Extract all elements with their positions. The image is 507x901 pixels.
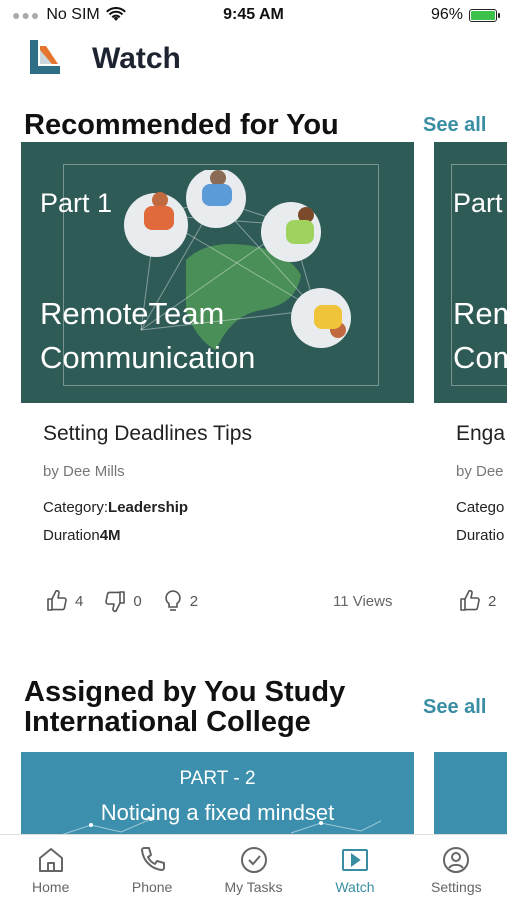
video-title[interactable]: Setting Deadlines Tips — [43, 422, 252, 446]
video-author-next: by Dee — [456, 463, 504, 480]
tab-my-tasks[interactable]: My Tasks — [203, 835, 304, 901]
battery-group: 96% — [430, 6, 500, 24]
video-thumbnail-next[interactable]: Part Rem Com — [434, 142, 507, 403]
thumbs-up-icon — [47, 589, 67, 611]
thumb-title-next-line1: Rem — [453, 296, 507, 331]
dislikes-count: 0 — [133, 592, 142, 610]
assigned-video-thumbnail[interactable]: PART - 2 Noticing a fixed mindset — [21, 752, 414, 834]
video-stats: 4 0 2 — [45, 589, 218, 613]
tab-label-settings: Settings — [431, 879, 482, 895]
ideas-count: 2 — [189, 592, 199, 610]
thumb-part-label-next: Part — [453, 188, 503, 218]
see-all-assigned-link[interactable]: See all — [423, 696, 486, 719]
like-button-next[interactable]: 2 — [458, 589, 496, 613]
app-logo-icon — [30, 40, 60, 74]
likes-count: 4 — [75, 592, 84, 610]
thumbs-up-icon — [460, 589, 480, 611]
tab-label-home: Home — [32, 879, 70, 895]
category-label: Category: — [43, 499, 109, 516]
tab-home[interactable]: Home — [0, 835, 101, 901]
phone-icon — [141, 847, 166, 871]
video-stats-next: 2 — [458, 589, 507, 613]
video-duration-next: Duratio — [456, 527, 505, 544]
video-title-next[interactable]: Enga — [456, 422, 505, 446]
lightbulb-icon — [164, 590, 181, 611]
section-title-assigned-line2: International College — [24, 706, 311, 738]
see-all-recommended-link[interactable]: See all — [423, 114, 486, 137]
thumb-title-next-line2: Com — [453, 340, 507, 375]
tab-label-my-tasks: My Tasks — [224, 879, 283, 895]
video-category-next: Catego — [456, 499, 505, 516]
section-title-recommended: Recommended for You — [24, 109, 339, 141]
battery-icon — [469, 8, 500, 22]
thumb-part-label: Part 1 — [40, 188, 113, 218]
video-thumbnail[interactable]: Part 1 RemoteTeam Communication — [21, 142, 414, 403]
assigned-thumb-part: PART - 2 — [179, 768, 256, 789]
tab-label-phone: Phone — [131, 879, 173, 895]
video-duration: Duration4M — [43, 527, 121, 544]
dislike-button[interactable]: 0 — [103, 589, 142, 613]
likes-count-next: 2 — [488, 592, 497, 610]
tab-label-watch: Watch — [335, 879, 375, 895]
assigned-thumb-title: Noticing a fixed mindset — [100, 800, 335, 825]
video-icon — [341, 849, 368, 871]
page-title: Watch — [92, 42, 181, 75]
tab-watch[interactable]: Watch — [304, 835, 405, 901]
duration-value: 4M — [99, 527, 121, 544]
category-value: Leadership — [108, 499, 189, 516]
like-button[interactable]: 4 — [45, 589, 83, 613]
thumb-title-line1: RemoteTeam — [40, 296, 225, 331]
section-title-assigned-line1: Assigned by You Study — [24, 676, 346, 708]
battery-percent: 96% — [430, 6, 463, 23]
tab-bar: Home Phone My Tasks Watch Settings — [0, 834, 507, 901]
tab-phone[interactable]: Phone — [101, 835, 202, 901]
video-category: Category:Leadership — [43, 499, 188, 516]
duration-label: Duration — [43, 527, 100, 544]
check-circle-icon — [240, 847, 267, 873]
status-bar: ●●● No SIM 9:45 AM 96% — [0, 0, 507, 30]
thumb-title-line2: Communication — [40, 340, 256, 375]
tab-settings[interactable]: Settings — [406, 835, 507, 901]
home-icon — [38, 848, 63, 872]
views-count: 11 Views — [333, 593, 393, 610]
thumbs-down-icon — [105, 591, 126, 613]
assigned-video-thumbnail-next[interactable] — [434, 752, 507, 834]
video-author: by Dee Mills — [43, 463, 125, 480]
user-circle-icon — [443, 847, 470, 873]
idea-button[interactable]: 2 — [162, 589, 198, 613]
